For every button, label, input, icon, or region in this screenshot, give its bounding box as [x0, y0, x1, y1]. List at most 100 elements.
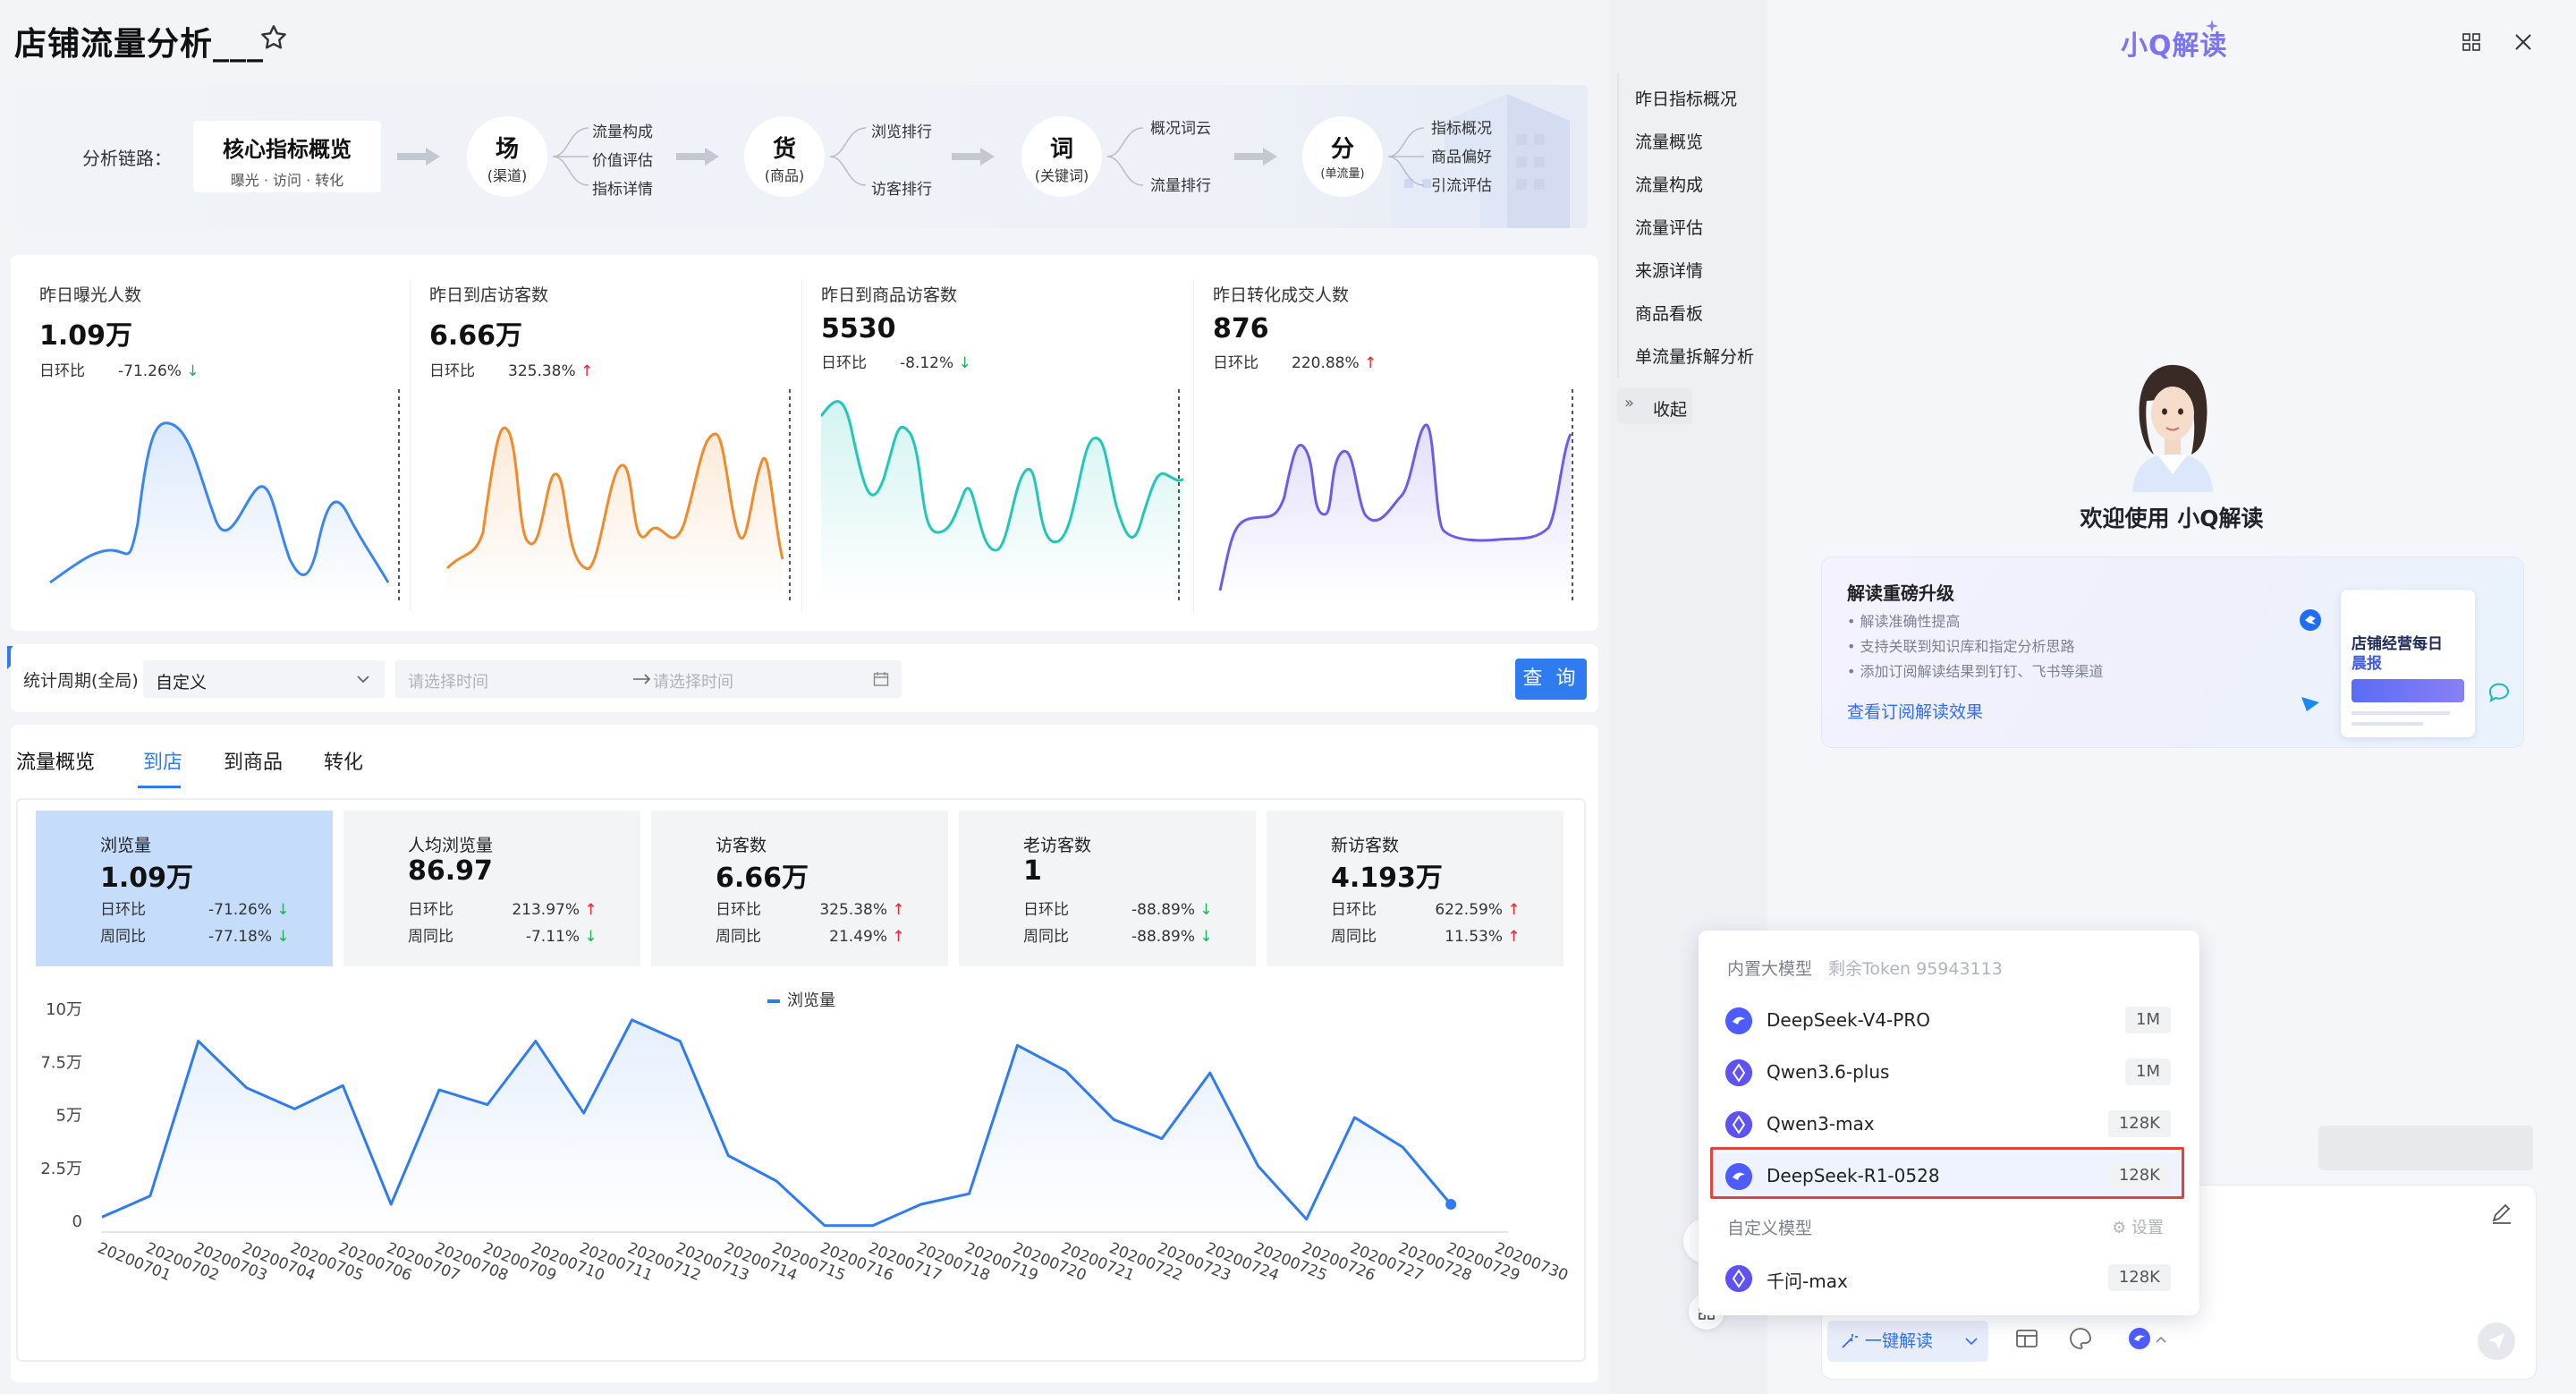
- query-button[interactable]: 查 询: [1515, 659, 1587, 700]
- chain-subitem[interactable]: 流量构成: [592, 119, 653, 141]
- nav-item-source-detail[interactable]: 来源详情: [1635, 258, 1703, 282]
- start-date-placeholder[interactable]: 请选择时间: [408, 669, 488, 693]
- report-preview: 店铺经营每日 晨报: [2341, 590, 2475, 737]
- chain-subitem[interactable]: 商品偏好: [1431, 144, 1492, 166]
- arrow-right-icon: [952, 148, 995, 166]
- chain-node-goods[interactable]: 货 (商品): [744, 116, 825, 197]
- period-select-value: 自定义: [156, 673, 208, 693]
- kpi-page-views[interactable]: 浏览量 1.09万 日环比 -71.26% ↓ 周同比 -77.18% ↓: [36, 811, 333, 966]
- kpi-row: 日环比 213.97% ↑: [408, 897, 597, 919]
- model-option[interactable]: DeepSeek-V4-PRO 1M: [1713, 997, 2185, 1043]
- assistant-avatar: [2132, 364, 2213, 492]
- kpi-row: 日环比 325.38% ↑: [716, 897, 905, 919]
- model-icon: [1725, 1111, 1752, 1138]
- arrow-up-icon: ↑: [1507, 928, 1521, 946]
- period-select[interactable]: 自定义: [143, 660, 385, 698]
- nav-item-flow-overview[interactable]: 流量概览: [1635, 129, 1703, 153]
- model-option[interactable]: 千问-max 128K: [1713, 1254, 2185, 1301]
- layout-icon[interactable]: [2014, 1326, 2039, 1351]
- chain-subitem[interactable]: 指标详情: [592, 176, 653, 199]
- nav-item-single-flow[interactable]: 单流量拆解分析: [1635, 344, 1754, 368]
- branch-lines: [552, 127, 589, 186]
- kpi-row: 周同比 21.49% ↑: [716, 923, 905, 946]
- chain-core[interactable]: 核心指标概览 曝光 · 访问 · 转化: [193, 121, 381, 192]
- kpi-row-value: -71.26%: [208, 901, 272, 919]
- y-tick-label: 10万: [46, 1002, 82, 1019]
- kpi-visitors[interactable]: 访客数 6.66万 日环比 325.38% ↑ 周同比 21.49% ↑: [651, 811, 948, 966]
- kpi-value: 1: [1023, 855, 1042, 887]
- kpi-avg-views[interactable]: 人均浏览量 86.97 日环比 213.97% ↑ 周同比 -7.11% ↓: [343, 811, 640, 966]
- chain-node-split[interactable]: 分 (单流量): [1302, 116, 1383, 197]
- metric-value: 876: [1213, 313, 1269, 344]
- tab-to-goods[interactable]: 到商品: [224, 746, 283, 775]
- chain-node-title: 货: [772, 136, 796, 163]
- chain-node-channel[interactable]: 场 (渠道): [467, 116, 547, 197]
- palette-icon[interactable]: [2068, 1326, 2093, 1351]
- filter-label: 统计周期(全局): [23, 671, 139, 691]
- date-range-picker[interactable]: 请选择时间 请选择时间: [395, 660, 902, 698]
- nav-line: [1617, 73, 1619, 378]
- star-icon[interactable]: [259, 23, 288, 52]
- nav-item-flow-evaluation[interactable]: 流量评估: [1635, 215, 1703, 239]
- kpi-row-value: 213.97%: [512, 901, 580, 919]
- metric-title: 昨日转化成交人数: [1213, 285, 1350, 305]
- chain-subitem[interactable]: 访客排行: [871, 176, 932, 199]
- chain-subitem[interactable]: 价值评估: [592, 148, 653, 170]
- chain-subitem[interactable]: 引流评估: [1431, 173, 1492, 195]
- suggestion-chip[interactable]: [2318, 1126, 2533, 1170]
- feishu-icon: [2301, 697, 2319, 711]
- arrow-down-icon: ↓: [186, 362, 199, 380]
- model-option[interactable]: Qwen3-max 128K: [1713, 1101, 2185, 1147]
- kpi-row-label: 周同比: [716, 928, 761, 946]
- settings-link[interactable]: ⚙ 设置: [2112, 1215, 2164, 1238]
- arrow-down-icon: ↓: [958, 354, 971, 372]
- arrow-up-icon: ↑: [1364, 354, 1377, 372]
- kpi-row-value: 11.53%: [1445, 928, 1503, 946]
- nav-item-goods-board[interactable]: 商品看板: [1635, 301, 1703, 325]
- model-token-badge: 128K: [2107, 1264, 2171, 1291]
- dashboard: 店铺流量分析___ 分析链路： 核心指标概览 曝光 · 访问 · 转化 场 (渠…: [0, 0, 1610, 1394]
- dingtalk-icon: [2300, 609, 2321, 631]
- kpi-new-visitors[interactable]: 新访客数 4.193万 日环比 622.59% ↑ 周同比 11.53% ↑: [1267, 811, 1563, 966]
- active-tab-indicator: [138, 786, 181, 788]
- kpi-row-label: 日环比: [408, 901, 453, 919]
- end-date-placeholder[interactable]: 请选择时间: [653, 669, 733, 693]
- close-icon[interactable]: [2513, 32, 2533, 52]
- chain-subitem[interactable]: 概况词云: [1150, 115, 1211, 138]
- chain-subitem[interactable]: 流量排行: [1150, 173, 1211, 195]
- arrow-down-icon: ↓: [1199, 901, 1213, 919]
- model-selector[interactable]: [2127, 1326, 2172, 1353]
- compare-value: -71.26%: [118, 362, 182, 380]
- collapse-button[interactable]: » 收起: [1617, 388, 1692, 424]
- tab-conversion[interactable]: 转化: [324, 746, 363, 775]
- chain-subitem[interactable]: 浏览排行: [871, 119, 932, 141]
- kpi-returning-visitors[interactable]: 老访客数 1 日环比 -88.89% ↓ 周同比 -88.89% ↓: [959, 811, 1256, 966]
- one-click-interpret-button[interactable]: 一键解读: [1827, 1321, 1988, 1362]
- metric-exposure: 昨日曝光人数 1.09万 日环比 -71.26% ↓: [39, 282, 415, 613]
- branch-lines: [1387, 127, 1425, 186]
- gear-icon: ⚙: [2112, 1219, 2127, 1237]
- promo-bullet-text: 解读准确性提高: [1860, 613, 1961, 630]
- y-tick-label: 2.5万: [40, 1160, 82, 1178]
- last-point-marker: [1445, 1199, 1457, 1211]
- kpi-row: 周同比 -7.11% ↓: [408, 923, 597, 946]
- chain-node-title: 分: [1330, 136, 1354, 163]
- branch-lines: [829, 127, 867, 186]
- chevron-up-icon: [2156, 1336, 2166, 1343]
- tab-to-store[interactable]: 到店: [143, 746, 182, 775]
- model-option[interactable]: Qwen3.6-plus 1M: [1713, 1049, 2185, 1095]
- metric-compare: 日环比 220.88% ↑: [1213, 350, 1589, 372]
- arrow-up-icon: ↑: [892, 928, 905, 946]
- send-button[interactable]: [2478, 1322, 2515, 1360]
- y-tick-label: 7.5万: [40, 1053, 82, 1072]
- grid-view-icon[interactable]: [2462, 32, 2481, 52]
- nav-item-yesterday[interactable]: 昨日指标概况: [1635, 86, 1737, 110]
- nav-item-flow-structure[interactable]: 流量构成: [1635, 172, 1703, 196]
- chain-node-sub: (单流量): [1320, 167, 1365, 181]
- tab-flow-overview[interactable]: 流量概览: [16, 746, 95, 775]
- new-chat-icon[interactable]: [2490, 1203, 2513, 1226]
- chain-subitem[interactable]: 指标概况: [1431, 115, 1492, 138]
- promo-link[interactable]: 查看订阅解读效果: [1847, 699, 1983, 723]
- arrow-right-icon: [397, 148, 440, 166]
- chain-node-keyword[interactable]: 词 (关键词): [1021, 116, 1102, 197]
